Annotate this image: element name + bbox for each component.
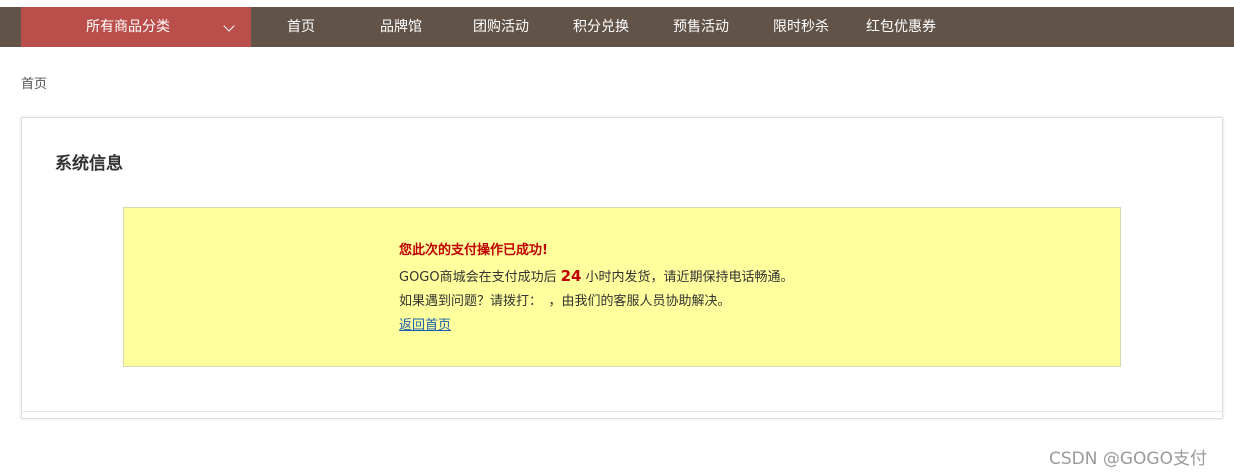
notice-body: 您此次的支付操作已成功! GOGO商城会在支付成功后 24 小时内发货，请近期保持电… bbox=[399, 242, 794, 335]
nav-item-home[interactable]: 首页 bbox=[251, 7, 351, 47]
nav-item-points-exchange[interactable]: 积分兑换 bbox=[551, 7, 651, 47]
nav-item-group-buy[interactable]: 团购活动 bbox=[451, 7, 551, 47]
nav-item-flash-sale[interactable]: 限时秒杀 bbox=[751, 7, 851, 47]
back-to-home-link[interactable]: 返回首页 bbox=[399, 317, 794, 335]
delivery-hours: 24 bbox=[560, 267, 582, 285]
all-categories-label: 所有商品分类 bbox=[86, 19, 170, 35]
success-message: 您此次的支付操作已成功! bbox=[399, 243, 548, 258]
panel-title: 系统信息 bbox=[55, 154, 123, 174]
nav-item-coupons[interactable]: 红包优惠券 bbox=[851, 7, 951, 47]
all-categories-dropdown[interactable]: 所有商品分类 bbox=[21, 7, 251, 47]
nav-item-brands[interactable]: 品牌馆 bbox=[351, 7, 451, 47]
delivery-info-suffix: 小时内发货，请近期保持电话畅通。 bbox=[585, 270, 794, 285]
top-navigation-bar: 所有商品分类 首页 品牌馆 团购活动 积分兑换 预售活动 限时秒杀 红包优惠券 bbox=[0, 7, 1234, 47]
help-info: 如果遇到问题？请拨打： ，由我们的客服人员协助解决。 bbox=[399, 294, 731, 309]
breadcrumb-home[interactable]: 首页 bbox=[21, 73, 47, 92]
delivery-info: GOGO商城会在支付成功后 24 小时内发货，请近期保持电话畅通。 bbox=[399, 267, 794, 287]
nav-item-presale[interactable]: 预售活动 bbox=[651, 7, 751, 47]
payment-success-notice: 您此次的支付操作已成功! GOGO商城会在支付成功后 24 小时内发货，请近期保持电… bbox=[123, 207, 1121, 367]
watermark: CSDN @GOGO支付 bbox=[1049, 449, 1207, 469]
system-info-panel: 系统信息 您此次的支付操作已成功! GOGO商城会在支付成功后 24 小时内发货，请… bbox=[21, 117, 1223, 419]
main-nav: 首页 品牌馆 团购活动 积分兑换 预售活动 限时秒杀 红包优惠券 bbox=[251, 7, 951, 47]
chevron-down-icon bbox=[223, 20, 235, 32]
delivery-info-prefix: GOGO商城会在支付成功后 bbox=[399, 270, 557, 285]
panel-divider bbox=[22, 411, 1222, 412]
